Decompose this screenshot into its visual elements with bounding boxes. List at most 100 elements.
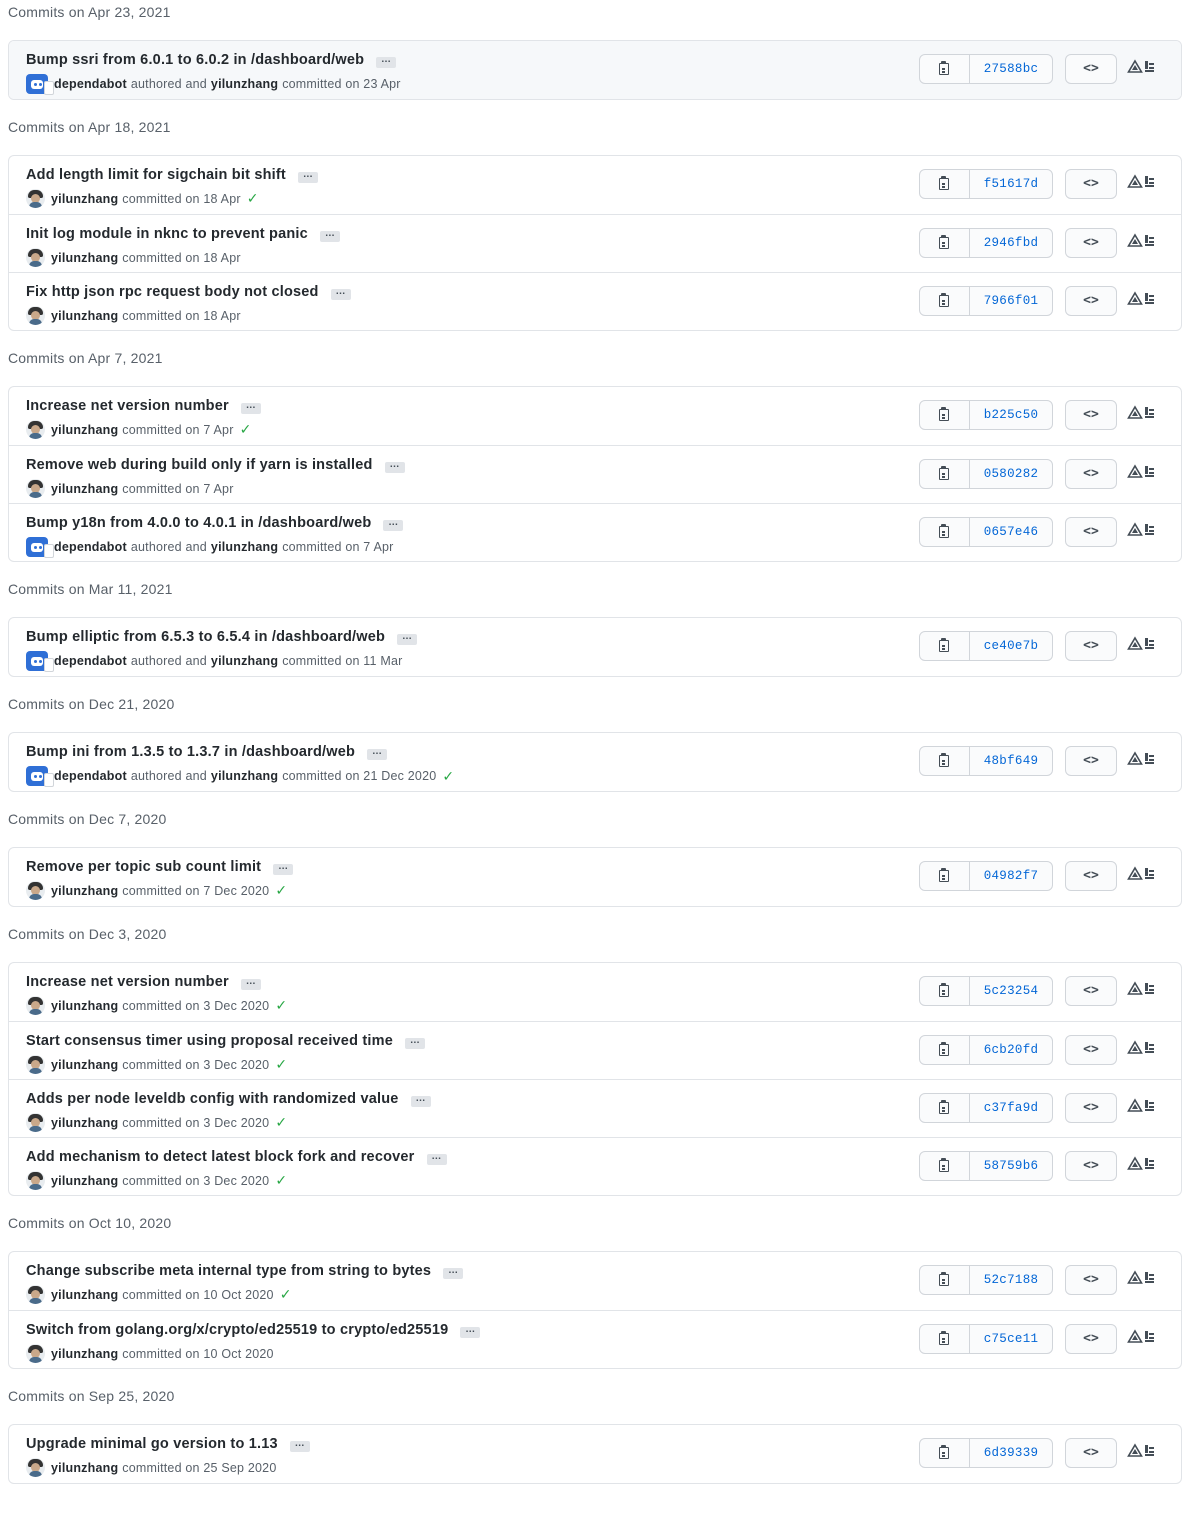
- copy-sha-button[interactable]: [920, 401, 970, 429]
- user-avatar-icon[interactable]: [26, 1055, 45, 1074]
- author-link[interactable]: yilunzhang: [51, 1347, 118, 1361]
- triangle-icon[interactable]: [1127, 233, 1157, 249]
- triangle-icon[interactable]: [1127, 1098, 1157, 1114]
- commit-sha-link[interactable]: f51617d: [970, 170, 1052, 198]
- commit-title-link[interactable]: Start consensus timer using proposal rec…: [26, 1033, 393, 1049]
- triangle-icon[interactable]: [1127, 1329, 1157, 1345]
- browse-repo-button[interactable]: <>: [1065, 631, 1117, 661]
- commit-title-link[interactable]: Bump ini from 1.3.5 to 1.3.7 in /dashboa…: [26, 744, 355, 760]
- commit-sha-link[interactable]: b225c50: [970, 401, 1052, 429]
- expand-message-button[interactable]: …: [289, 1439, 310, 1452]
- dependabot-avatar-icon[interactable]: [26, 651, 54, 672]
- browse-repo-button[interactable]: <>: [1065, 1324, 1117, 1354]
- commit-title-link[interactable]: Fix http json rpc request body not close…: [26, 284, 319, 300]
- commit-sha-link[interactable]: 04982f7: [970, 862, 1052, 890]
- commit-sha-link[interactable]: 6cb20fd: [970, 1036, 1052, 1064]
- user-avatar-icon[interactable]: [26, 1344, 45, 1363]
- commit-title-link[interactable]: Adds per node leveldb config with random…: [26, 1091, 399, 1107]
- triangle-icon[interactable]: [1127, 1270, 1157, 1286]
- expand-message-button[interactable]: …: [443, 1266, 464, 1279]
- author-link[interactable]: yilunzhang: [51, 1116, 118, 1130]
- browse-repo-button[interactable]: <>: [1065, 861, 1117, 891]
- commit-sha-link[interactable]: 0657e46: [970, 518, 1052, 546]
- browse-repo-button[interactable]: <>: [1065, 286, 1117, 316]
- check-icon[interactable]: ✓: [280, 1286, 292, 1303]
- author-link[interactable]: yilunzhang: [51, 192, 118, 206]
- commit-title-link[interactable]: Increase net version number: [26, 398, 229, 414]
- expand-message-button[interactable]: …: [240, 401, 261, 414]
- commit-sha-link[interactable]: 48bf649: [970, 747, 1052, 775]
- triangle-icon[interactable]: [1127, 59, 1157, 75]
- triangle-icon[interactable]: [1127, 522, 1157, 538]
- author-link[interactable]: dependabot: [54, 77, 127, 91]
- commit-sha-link[interactable]: c37fa9d: [970, 1094, 1052, 1122]
- copy-sha-button[interactable]: [920, 1439, 970, 1467]
- copy-sha-button[interactable]: [920, 632, 970, 660]
- triangle-icon[interactable]: [1127, 291, 1157, 307]
- copy-sha-button[interactable]: [920, 1152, 970, 1180]
- commit-title-link[interactable]: Increase net version number: [26, 974, 229, 990]
- copy-sha-button[interactable]: [920, 977, 970, 1005]
- copy-sha-button[interactable]: [920, 460, 970, 488]
- commit-title-link[interactable]: Init log module in nknc to prevent panic: [26, 226, 308, 242]
- browse-repo-button[interactable]: <>: [1065, 459, 1117, 489]
- check-icon[interactable]: ✓: [275, 997, 287, 1014]
- user-avatar-icon[interactable]: [26, 306, 45, 325]
- committer-link[interactable]: yilunzhang: [211, 769, 278, 783]
- expand-message-button[interactable]: …: [404, 1036, 425, 1049]
- check-icon[interactable]: ✓: [275, 1172, 287, 1189]
- commit-title-link[interactable]: Bump y18n from 4.0.0 to 4.0.1 in /dashbo…: [26, 515, 371, 531]
- triangle-icon[interactable]: [1127, 405, 1157, 421]
- browse-repo-button[interactable]: <>: [1065, 1151, 1117, 1181]
- check-icon[interactable]: ✓: [275, 1114, 287, 1131]
- triangle-icon[interactable]: [1127, 1156, 1157, 1172]
- check-icon[interactable]: ✓: [247, 190, 259, 207]
- expand-message-button[interactable]: …: [319, 229, 340, 242]
- triangle-icon[interactable]: [1127, 981, 1157, 997]
- expand-message-button[interactable]: …: [460, 1325, 481, 1338]
- copy-sha-button[interactable]: [920, 287, 970, 315]
- commit-sha-link[interactable]: 52c7188: [970, 1266, 1052, 1294]
- commit-sha-link[interactable]: c75ce11: [970, 1325, 1052, 1353]
- browse-repo-button[interactable]: <>: [1065, 54, 1117, 84]
- copy-sha-button[interactable]: [920, 1036, 970, 1064]
- commit-title-link[interactable]: Add mechanism to detect latest block for…: [26, 1149, 415, 1165]
- user-avatar-icon[interactable]: [26, 996, 45, 1015]
- commit-title-link[interactable]: Remove web during build only if yarn is …: [26, 457, 373, 473]
- triangle-icon[interactable]: [1127, 866, 1157, 882]
- triangle-icon[interactable]: [1127, 751, 1157, 767]
- commit-sha-link[interactable]: 5c23254: [970, 977, 1052, 1005]
- user-avatar-icon[interactable]: [26, 248, 45, 267]
- expand-message-button[interactable]: …: [240, 977, 261, 990]
- copy-sha-button[interactable]: [920, 1325, 970, 1353]
- copy-sha-button[interactable]: [920, 170, 970, 198]
- user-avatar-icon[interactable]: [26, 189, 45, 208]
- author-link[interactable]: yilunzhang: [51, 423, 118, 437]
- expand-message-button[interactable]: …: [426, 1152, 447, 1165]
- expand-message-button[interactable]: …: [297, 170, 318, 183]
- author-link[interactable]: dependabot: [54, 769, 127, 783]
- check-icon[interactable]: ✓: [442, 768, 454, 785]
- commit-title-link[interactable]: Upgrade minimal go version to 1.13: [26, 1436, 278, 1452]
- user-avatar-icon[interactable]: [26, 881, 45, 900]
- author-link[interactable]: yilunzhang: [51, 999, 118, 1013]
- expand-message-button[interactable]: …: [383, 518, 404, 531]
- browse-repo-button[interactable]: <>: [1065, 1265, 1117, 1295]
- commit-sha-link[interactable]: 7966f01: [970, 287, 1052, 315]
- expand-message-button[interactable]: …: [397, 632, 418, 645]
- expand-message-button[interactable]: …: [367, 747, 388, 760]
- browse-repo-button[interactable]: <>: [1065, 746, 1117, 776]
- copy-sha-button[interactable]: [920, 518, 970, 546]
- commit-title-link[interactable]: Bump ssri from 6.0.1 to 6.0.2 in /dashbo…: [26, 52, 364, 68]
- author-link[interactable]: yilunzhang: [51, 309, 118, 323]
- dependabot-avatar-icon[interactable]: [26, 537, 54, 558]
- triangle-icon[interactable]: [1127, 1040, 1157, 1056]
- triangle-icon[interactable]: [1127, 174, 1157, 190]
- user-avatar-icon[interactable]: [26, 1285, 45, 1304]
- browse-repo-button[interactable]: <>: [1065, 1093, 1117, 1123]
- commit-title-link[interactable]: Remove per topic sub count limit: [26, 859, 261, 875]
- browse-repo-button[interactable]: <>: [1065, 976, 1117, 1006]
- check-icon[interactable]: ✓: [275, 1056, 287, 1073]
- user-avatar-icon[interactable]: [26, 1458, 45, 1477]
- copy-sha-button[interactable]: [920, 1266, 970, 1294]
